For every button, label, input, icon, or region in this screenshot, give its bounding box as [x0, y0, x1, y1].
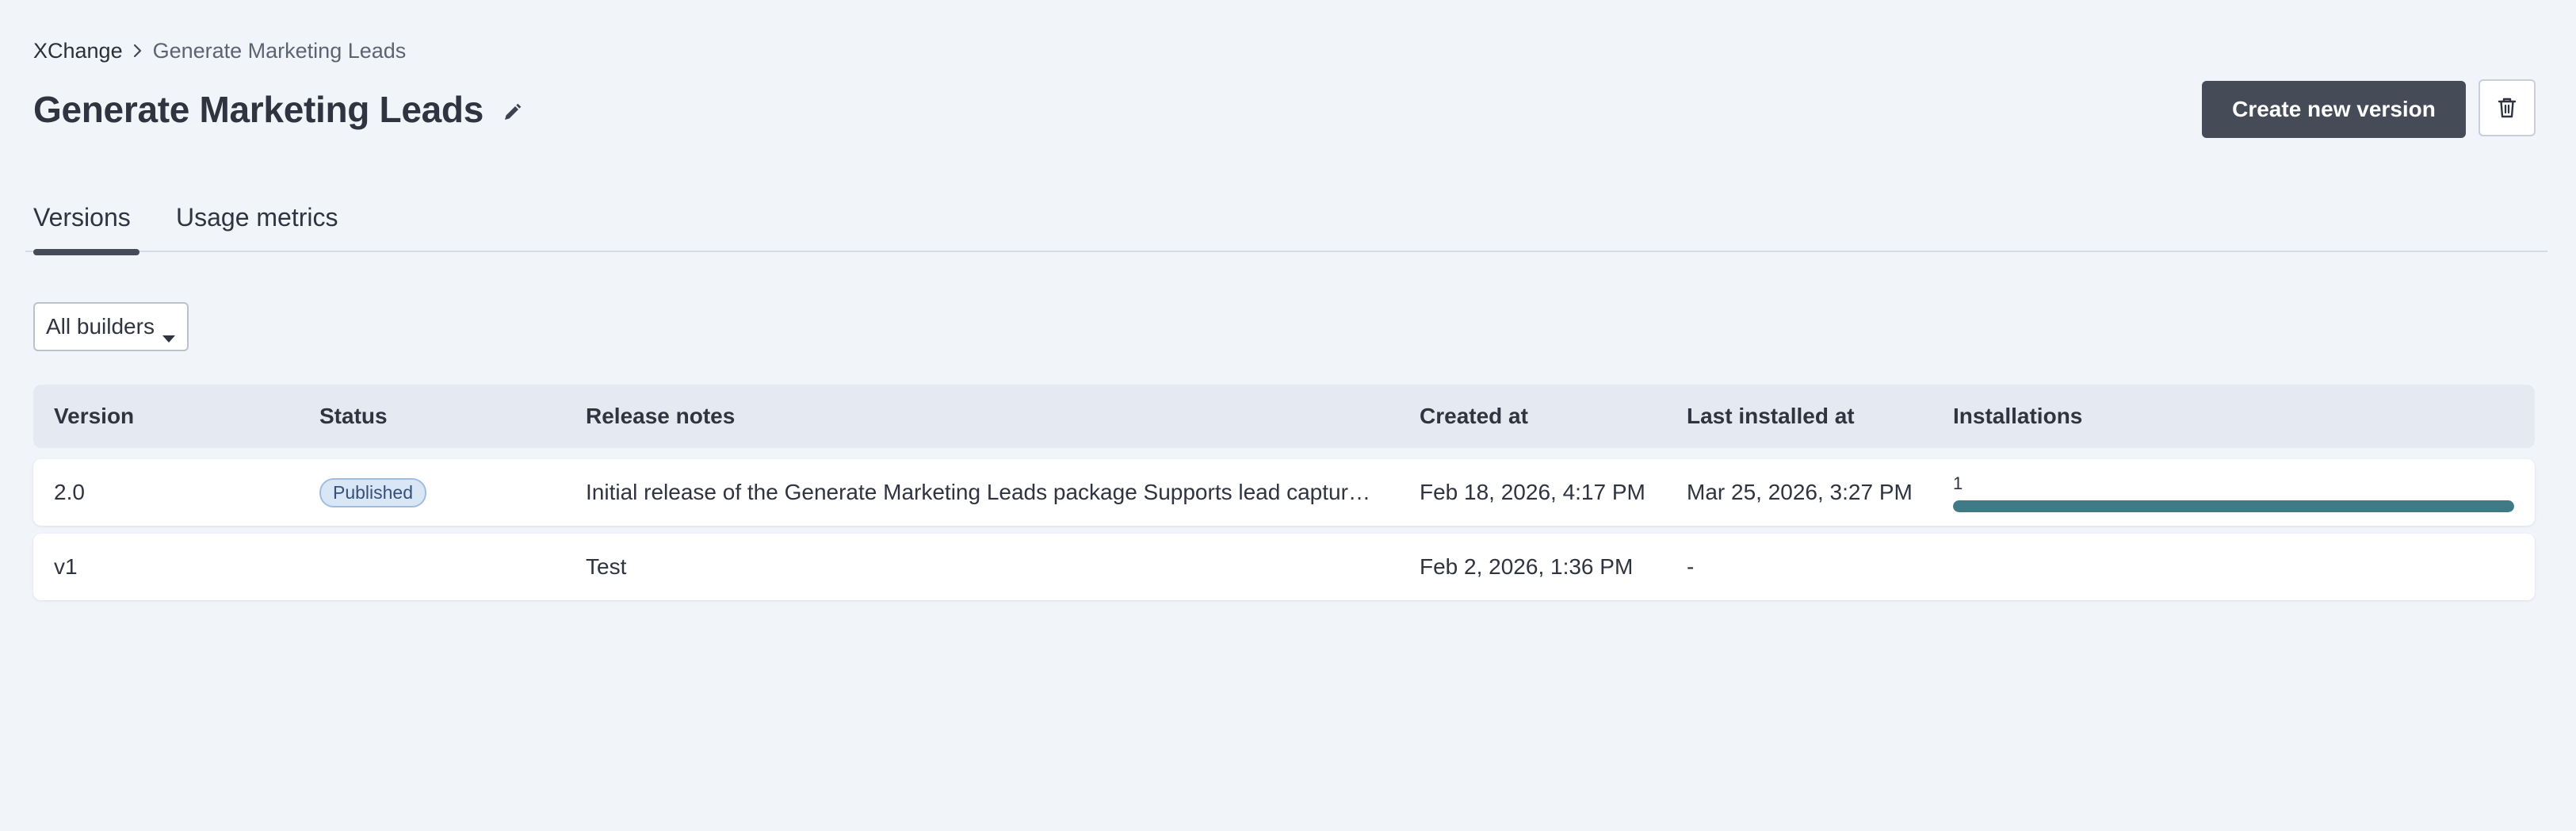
- last-installed-at-cell: Mar 25, 2026, 3:27 PM: [1687, 480, 1913, 504]
- column-header-created-at: Created at: [1420, 404, 1528, 428]
- tab-versions-label: Versions: [33, 203, 131, 232]
- version-cell: v1: [54, 554, 78, 579]
- table-header: Version Status Release notes Created at …: [33, 385, 2535, 448]
- versions-table: Version Status Release notes Created at …: [33, 385, 2535, 600]
- installations-bar: [1953, 500, 2514, 512]
- breadcrumb: XChange Generate Marketing Leads: [33, 35, 406, 67]
- delete-button[interactable]: [2479, 79, 2536, 136]
- created-at-cell: Feb 18, 2026, 4:17 PM: [1420, 480, 1645, 504]
- caret-down-icon: [162, 324, 176, 349]
- column-header-status: Status: [319, 404, 388, 428]
- table-row[interactable]: 2.0 Published Initial release of the Gen…: [33, 459, 2535, 526]
- column-header-version: Version: [54, 404, 135, 428]
- tab-usage-metrics[interactable]: Usage metrics: [176, 203, 338, 251]
- pencil-icon: [505, 103, 522, 120]
- last-installed-at-cell: -: [1687, 554, 1695, 579]
- page-title: Generate Marketing Leads: [33, 89, 484, 130]
- builders-filter-label: All builders: [46, 314, 155, 339]
- active-tab-indicator: [33, 249, 140, 255]
- column-header-installations: Installations: [1953, 404, 2083, 428]
- breadcrumb-xchange-link[interactable]: XChange: [33, 39, 123, 63]
- release-notes-text: Test: [586, 554, 627, 579]
- installations-meter: 1: [1953, 475, 2514, 512]
- status-badge: Published: [319, 477, 427, 507]
- installations-bar-fill: [1953, 500, 2514, 512]
- tab-versions[interactable]: Versions: [33, 203, 140, 255]
- tab-bar: Versions Usage metrics: [25, 195, 2547, 255]
- column-header-last-installed-at: Last installed at: [1687, 404, 1855, 428]
- version-cell: 2.0: [54, 480, 85, 504]
- release-notes-cell: Initial release of the Generate Marketin…: [586, 459, 1378, 526]
- release-notes-text: Initial release of the Generate Marketin…: [586, 480, 1378, 504]
- release-notes-cell: Test: [586, 534, 1378, 600]
- create-new-version-button[interactable]: Create new version: [2202, 81, 2466, 138]
- chevron-right-icon: [132, 43, 143, 59]
- status-cell: Published: [319, 459, 427, 526]
- builders-filter-dropdown[interactable]: All builders: [33, 302, 189, 351]
- trash-icon: [2498, 98, 2517, 118]
- installations-cell: 1: [1953, 459, 2514, 526]
- tab-usage-metrics-label: Usage metrics: [176, 203, 338, 232]
- installations-count: 1: [1953, 473, 1963, 493]
- table-row[interactable]: v1 Test Feb 2, 2026, 1:36 PM -: [33, 534, 2535, 600]
- column-header-release-notes: Release notes: [586, 404, 736, 428]
- edit-title-button[interactable]: [499, 100, 525, 125]
- installations-cell: [1953, 534, 2514, 600]
- breadcrumb-current: Generate Marketing Leads: [152, 38, 407, 63]
- created-at-cell: Feb 2, 2026, 1:36 PM: [1420, 554, 1634, 579]
- page-header: Generate Marketing Leads: [33, 84, 525, 135]
